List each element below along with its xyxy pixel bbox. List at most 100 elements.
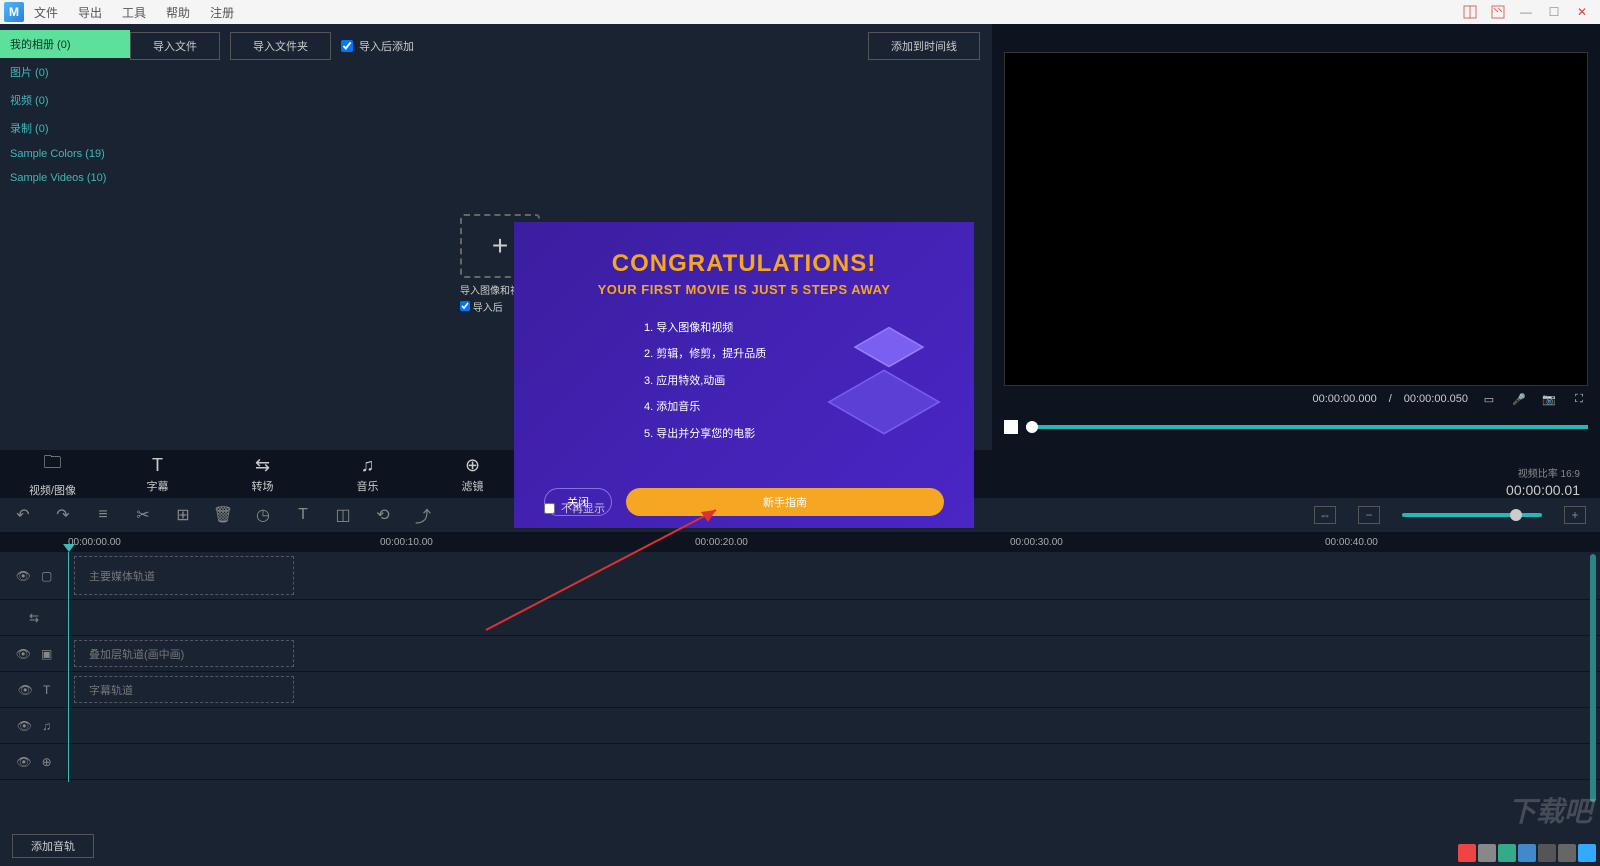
minimize-button[interactable]: — bbox=[1512, 2, 1540, 22]
video-ratio-label: 视频比率 16:9 bbox=[1518, 465, 1580, 480]
cut-icon[interactable]: ✂ bbox=[134, 506, 152, 524]
timeline-ruler[interactable]: 00:00:00.00 00:00:10.00 00:00:20.00 00:0… bbox=[0, 532, 1600, 552]
menu-help[interactable]: 帮助 bbox=[156, 4, 200, 21]
tray-icon[interactable] bbox=[1518, 844, 1536, 862]
tab-subtitle[interactable]: T 字幕 bbox=[105, 450, 210, 498]
import-add-checkbox-input[interactable] bbox=[341, 40, 353, 52]
delete-icon[interactable]: 🗑 bbox=[214, 506, 232, 524]
system-tray bbox=[1458, 844, 1596, 862]
import-file-button[interactable]: 导入文件 bbox=[130, 32, 220, 60]
visibility-icon[interactable]: 👁 bbox=[18, 683, 33, 697]
extra-track-icon: ⊕ bbox=[42, 755, 52, 769]
preview-time-total: 00:00:00.050 bbox=[1404, 393, 1468, 405]
modal-step: 4. 添加音乐 bbox=[644, 394, 974, 420]
maximize-button[interactable]: ☐ bbox=[1540, 2, 1568, 22]
settings-icon[interactable]: ≡ bbox=[94, 506, 112, 524]
add-to-timeline-button[interactable]: 添加到时间线 bbox=[868, 32, 980, 60]
preview-video bbox=[1004, 52, 1588, 386]
menu-file[interactable]: 文件 bbox=[24, 4, 68, 21]
tab-filter[interactable]: ⊕ 滤镜 bbox=[420, 450, 525, 498]
menu-export[interactable]: 导出 bbox=[68, 4, 112, 21]
tray-icon[interactable] bbox=[1538, 844, 1556, 862]
folder-icon: 🗀 bbox=[44, 450, 62, 480]
preview-panel: 00:00:00.000 / 00:00:00.050 ▭ 🎤 📷 ⛶ bbox=[992, 24, 1600, 450]
layout-button-1[interactable] bbox=[1456, 2, 1484, 22]
tray-icon[interactable] bbox=[1478, 844, 1496, 862]
microphone-icon[interactable]: 🎤 bbox=[1510, 390, 1528, 408]
timeline-tracks: 👁 ▢ 主要媒体轨道 ⇆ 👁 ▣ 叠加层轨道(画中画) 👁 T 字幕轨道 👁 ♫ bbox=[0, 552, 1600, 782]
play-button[interactable] bbox=[1004, 420, 1018, 434]
tray-icon[interactable] bbox=[1458, 844, 1476, 862]
modal-no-show-checkbox[interactable]: 不再显示 bbox=[544, 500, 605, 516]
track-overlay: 👁 ▣ 叠加层轨道(画中画) bbox=[0, 636, 1600, 672]
menu-register[interactable]: 注册 bbox=[200, 4, 244, 21]
visibility-icon[interactable]: 👁 bbox=[16, 647, 31, 661]
sidebar-item-sample-videos[interactable]: Sample Videos (10) bbox=[0, 166, 130, 190]
zoom-fit-button[interactable]: ⇔ bbox=[1314, 506, 1336, 524]
track-type-icon: ▢ bbox=[41, 569, 52, 583]
track-placeholder-overlay[interactable]: 叠加层轨道(画中画) bbox=[74, 640, 294, 667]
modal-subtitle: YOUR FIRST MOVIE IS JUST 5 STEPS AWAY bbox=[514, 282, 974, 297]
track-subtitle: 👁 T 字幕轨道 bbox=[0, 672, 1600, 708]
zoom-slider-handle[interactable] bbox=[1510, 509, 1522, 521]
crop-icon[interactable]: ◫ bbox=[334, 506, 352, 524]
layout-button-2[interactable] bbox=[1484, 2, 1512, 22]
preview-time-current: 00:00:00.000 bbox=[1312, 393, 1376, 405]
zoom-out-button[interactable]: − bbox=[1358, 506, 1380, 524]
import-sub-checkbox[interactable] bbox=[460, 301, 470, 311]
redo-icon[interactable]: ↷ bbox=[54, 506, 72, 524]
split-icon[interactable]: ⊞ bbox=[174, 506, 192, 524]
speed-icon[interactable]: ◷ bbox=[254, 506, 272, 524]
zoom-in-button[interactable]: + bbox=[1564, 506, 1586, 524]
ruler-mark: 00:00:20.00 bbox=[695, 537, 748, 548]
swap-icon[interactable]: ⇆ bbox=[29, 611, 39, 625]
modal-guide-button[interactable]: 新手指南 bbox=[626, 488, 944, 516]
timeline-vertical-scrollbar[interactable] bbox=[1590, 554, 1596, 802]
undo-icon[interactable]: ↶ bbox=[14, 506, 32, 524]
tab-transition[interactable]: ⇆ 转场 bbox=[210, 450, 315, 498]
menu-tools[interactable]: 工具 bbox=[112, 4, 156, 21]
snapshot-icon[interactable]: 📷 bbox=[1540, 390, 1558, 408]
preview-scrubber[interactable] bbox=[1026, 425, 1588, 429]
visibility-icon[interactable]: 👁 bbox=[16, 569, 31, 583]
modal-no-show-label: 不再显示 bbox=[561, 500, 605, 516]
welcome-modal: CONGRATULATIONS! YOUR FIRST MOVIE IS JUS… bbox=[514, 222, 974, 528]
import-folder-button[interactable]: 导入文件夹 bbox=[230, 32, 331, 60]
tab-music[interactable]: ♫ 音乐 bbox=[315, 450, 420, 498]
track-placeholder-main[interactable]: 主要媒体轨道 bbox=[74, 556, 294, 595]
track-transition-row: ⇆ bbox=[0, 600, 1600, 636]
visibility-icon[interactable]: 👁 bbox=[16, 755, 31, 769]
rotate-icon[interactable]: ⟲ bbox=[374, 506, 392, 524]
close-button[interactable]: ✕ bbox=[1568, 2, 1596, 22]
tray-icon[interactable] bbox=[1578, 844, 1596, 862]
camera-video-icon[interactable]: ▭ bbox=[1480, 390, 1498, 408]
modal-title: CONGRATULATIONS! bbox=[514, 250, 974, 278]
track-music: 👁 ♫ bbox=[0, 708, 1600, 744]
text-track-icon: T bbox=[43, 683, 50, 697]
transition-icon: ⇆ bbox=[255, 455, 270, 476]
import-add-checkbox-label: 导入后添加 bbox=[359, 38, 414, 54]
modal-no-show-checkbox-input[interactable] bbox=[544, 503, 555, 514]
track-placeholder-subtitle[interactable]: 字幕轨道 bbox=[74, 676, 294, 703]
modal-steps: 1. 导入图像和视频 2. 剪辑，修剪，提升品质 3. 应用特效,动画 4. 添… bbox=[644, 315, 974, 447]
add-audio-track-button[interactable]: 添加音轨 bbox=[12, 834, 94, 858]
sidebar-item-record[interactable]: 录制 (0) bbox=[0, 114, 130, 142]
tab-video-image[interactable]: 🗀 视频/图像 bbox=[0, 450, 105, 498]
import-add-checkbox[interactable]: 导入后添加 bbox=[341, 38, 414, 54]
plus-icon: + bbox=[492, 230, 508, 262]
export-clip-icon[interactable]: ⤴ bbox=[414, 506, 432, 524]
sidebar-item-videos[interactable]: 视频 (0) bbox=[0, 86, 130, 114]
tray-icon[interactable] bbox=[1558, 844, 1576, 862]
watermark: 下载吧 bbox=[1508, 790, 1592, 830]
sidebar-item-album[interactable]: 我的相册 (0) bbox=[0, 30, 130, 58]
sidebar-item-images[interactable]: 图片 (0) bbox=[0, 58, 130, 86]
fullscreen-icon[interactable]: ⛶ bbox=[1570, 390, 1588, 408]
zoom-slider[interactable] bbox=[1402, 513, 1542, 517]
sidebar-item-sample-colors[interactable]: Sample Colors (19) bbox=[0, 142, 130, 166]
scrubber-handle[interactable] bbox=[1026, 421, 1038, 433]
timeline-timer: 00:00:00.01 bbox=[1506, 482, 1580, 498]
visibility-icon[interactable]: 👁 bbox=[17, 719, 32, 733]
text-tool-icon[interactable]: T bbox=[294, 506, 312, 524]
modal-step: 3. 应用特效,动画 bbox=[644, 368, 974, 394]
tray-icon[interactable] bbox=[1498, 844, 1516, 862]
